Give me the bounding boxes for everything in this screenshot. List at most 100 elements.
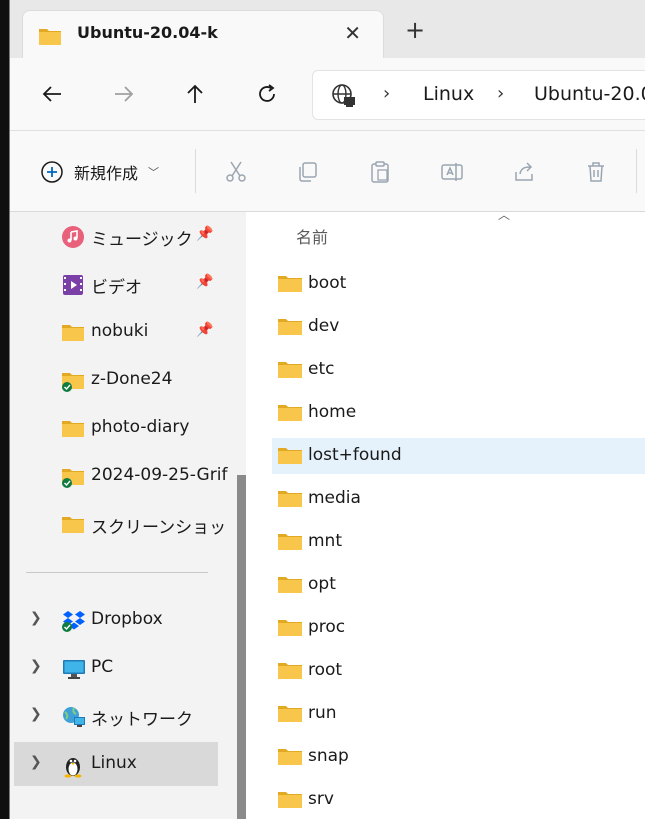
linux-penguin-icon	[62, 754, 84, 778]
folder-icon	[62, 514, 84, 536]
pin-icon[interactable]: 📌	[196, 226, 213, 242]
sidebar-item-linux[interactable]: ❯ Linux	[14, 742, 218, 786]
new-tab-button[interactable]: +	[405, 18, 425, 42]
sidebar-item-pc[interactable]: ❯ PC	[10, 646, 228, 690]
file-row[interactable]: home	[272, 395, 645, 431]
sidebar-item-photo-diary[interactable]: photo-diary	[10, 406, 228, 450]
file-row[interactable]: mnt	[272, 524, 645, 560]
sidebar-item-music[interactable]: ミュージック 📌	[10, 214, 228, 258]
tab-title: Ubuntu-20.04-k	[77, 23, 218, 42]
toolbar-divider	[636, 149, 637, 193]
column-header-name[interactable]: 名前	[296, 224, 328, 248]
forward-button[interactable]	[106, 76, 142, 112]
chevron-right-icon[interactable]: ❯	[30, 706, 42, 722]
sidebar-item-nobuki[interactable]: nobuki 📌	[10, 310, 228, 354]
back-button[interactable]	[34, 76, 70, 112]
file-row[interactable]: opt	[272, 567, 645, 603]
breadcrumb-linux[interactable]: Linux	[423, 83, 474, 105]
address-bar[interactable]: › Linux › Ubuntu-20.0	[312, 70, 645, 120]
sidebar-item-network[interactable]: ❯ ネットワーク	[10, 694, 228, 738]
close-tab-icon[interactable]: ✕	[344, 21, 361, 45]
folder-icon	[278, 617, 302, 641]
dropbox-icon	[62, 610, 85, 632]
pc-icon	[62, 658, 85, 680]
sidebar-item-label: 2024-09-25-Grif	[91, 465, 228, 485]
video-icon	[62, 274, 84, 296]
sort-ascending-icon: ︿	[498, 212, 511, 222]
folder-icon	[278, 531, 302, 555]
file-row[interactable]: srv	[272, 782, 645, 818]
arrow-up-icon	[187, 84, 203, 103]
sidebar-item-video[interactable]: ビデオ 📌	[10, 262, 228, 306]
file-name: root	[308, 660, 343, 680]
refresh-icon	[259, 84, 275, 102]
tab-ubuntu[interactable]: Ubuntu-20.04-k ✕	[22, 10, 384, 59]
delete-button[interactable]	[581, 157, 611, 187]
breadcrumb-ubuntu[interactable]: Ubuntu-20.0	[534, 83, 645, 105]
new-button[interactable]: 新規作成 ﹀	[40, 157, 159, 187]
file-row[interactable]: lost+found	[272, 438, 645, 474]
file-row[interactable]: etc	[272, 352, 645, 388]
file-row[interactable]: snap	[272, 739, 645, 775]
folder-icon	[278, 789, 302, 813]
folder-icon	[278, 359, 302, 383]
file-name: opt	[308, 574, 336, 594]
sidebar-item-2024-09-25[interactable]: 2024-09-25-Grif	[10, 454, 228, 498]
command-bar: 新規作成 ﹀	[10, 131, 645, 212]
file-row[interactable]: proc	[272, 610, 645, 646]
sidebar-item-z-done24[interactable]: z-Done24	[10, 358, 228, 402]
sidebar-divider	[26, 572, 208, 573]
music-icon	[62, 226, 84, 248]
sidebar-item-label: ネットワーク	[91, 710, 193, 730]
cut-button[interactable]	[221, 157, 251, 187]
sidebar-item-label: nobuki	[91, 321, 149, 341]
file-row[interactable]: media	[272, 481, 645, 517]
new-button-label: 新規作成	[74, 164, 139, 183]
file-name: boot	[308, 273, 347, 293]
sidebar-item-screenshots[interactable]: スクリーンショット	[10, 502, 228, 546]
network-location-icon	[331, 83, 357, 113]
folder-icon	[278, 703, 302, 727]
chevron-down-icon: ﹀	[148, 166, 160, 179]
folder-icon	[278, 746, 302, 770]
share-icon	[515, 162, 533, 181]
file-row[interactable]: boot	[272, 266, 645, 302]
chevron-right-icon[interactable]: ❯	[30, 754, 42, 770]
refresh-button[interactable]	[249, 76, 285, 112]
file-name: mnt	[308, 531, 342, 551]
pin-icon[interactable]: 📌	[196, 274, 213, 290]
pin-icon[interactable]: 📌	[196, 322, 213, 338]
copy-button[interactable]	[293, 157, 323, 187]
file-explorer-window: Ubuntu-20.04-k ✕ + › Linux › Ubuntu-20.0	[9, 0, 645, 819]
sidebar-item-label: ビデオ	[91, 278, 142, 298]
file-name: srv	[308, 789, 334, 809]
sidebar-item-label: ミュージック	[91, 230, 193, 250]
tab-strip: Ubuntu-20.04-k ✕ +	[10, 0, 645, 59]
folder-icon	[278, 273, 302, 297]
file-name: home	[308, 402, 357, 422]
up-button[interactable]	[177, 76, 213, 112]
file-name: etc	[308, 359, 335, 379]
chevron-right-icon[interactable]: ❯	[30, 658, 42, 674]
folder-icon	[278, 402, 302, 426]
navigation-pane: ミュージック 📌 ビデオ 📌 nobuki 📌 z-Done24 photo-d…	[10, 212, 228, 819]
sidebar-scrollbar-thumb[interactable]	[237, 475, 246, 819]
file-row[interactable]: run	[272, 696, 645, 732]
chevron-right-icon[interactable]: ❯	[30, 610, 42, 626]
file-row[interactable]: root	[272, 653, 645, 689]
paste-button[interactable]	[365, 157, 395, 187]
file-row[interactable]: dev	[272, 309, 645, 345]
network-icon	[62, 706, 85, 728]
sidebar-item-label: Linux	[91, 753, 137, 773]
breadcrumb-chevron-icon: ›	[497, 83, 505, 104]
file-name: proc	[308, 617, 346, 637]
sidebar-item-label: PC	[91, 657, 114, 677]
folder-icon	[62, 322, 84, 344]
file-name: snap	[308, 746, 349, 766]
file-name: dev	[308, 316, 340, 336]
rename-button[interactable]	[437, 157, 467, 187]
share-button[interactable]	[509, 157, 539, 187]
sidebar-item-dropbox[interactable]: ❯ Dropbox	[10, 598, 228, 642]
file-name: lost+found	[308, 445, 402, 465]
synced-folder-icon	[62, 466, 84, 488]
